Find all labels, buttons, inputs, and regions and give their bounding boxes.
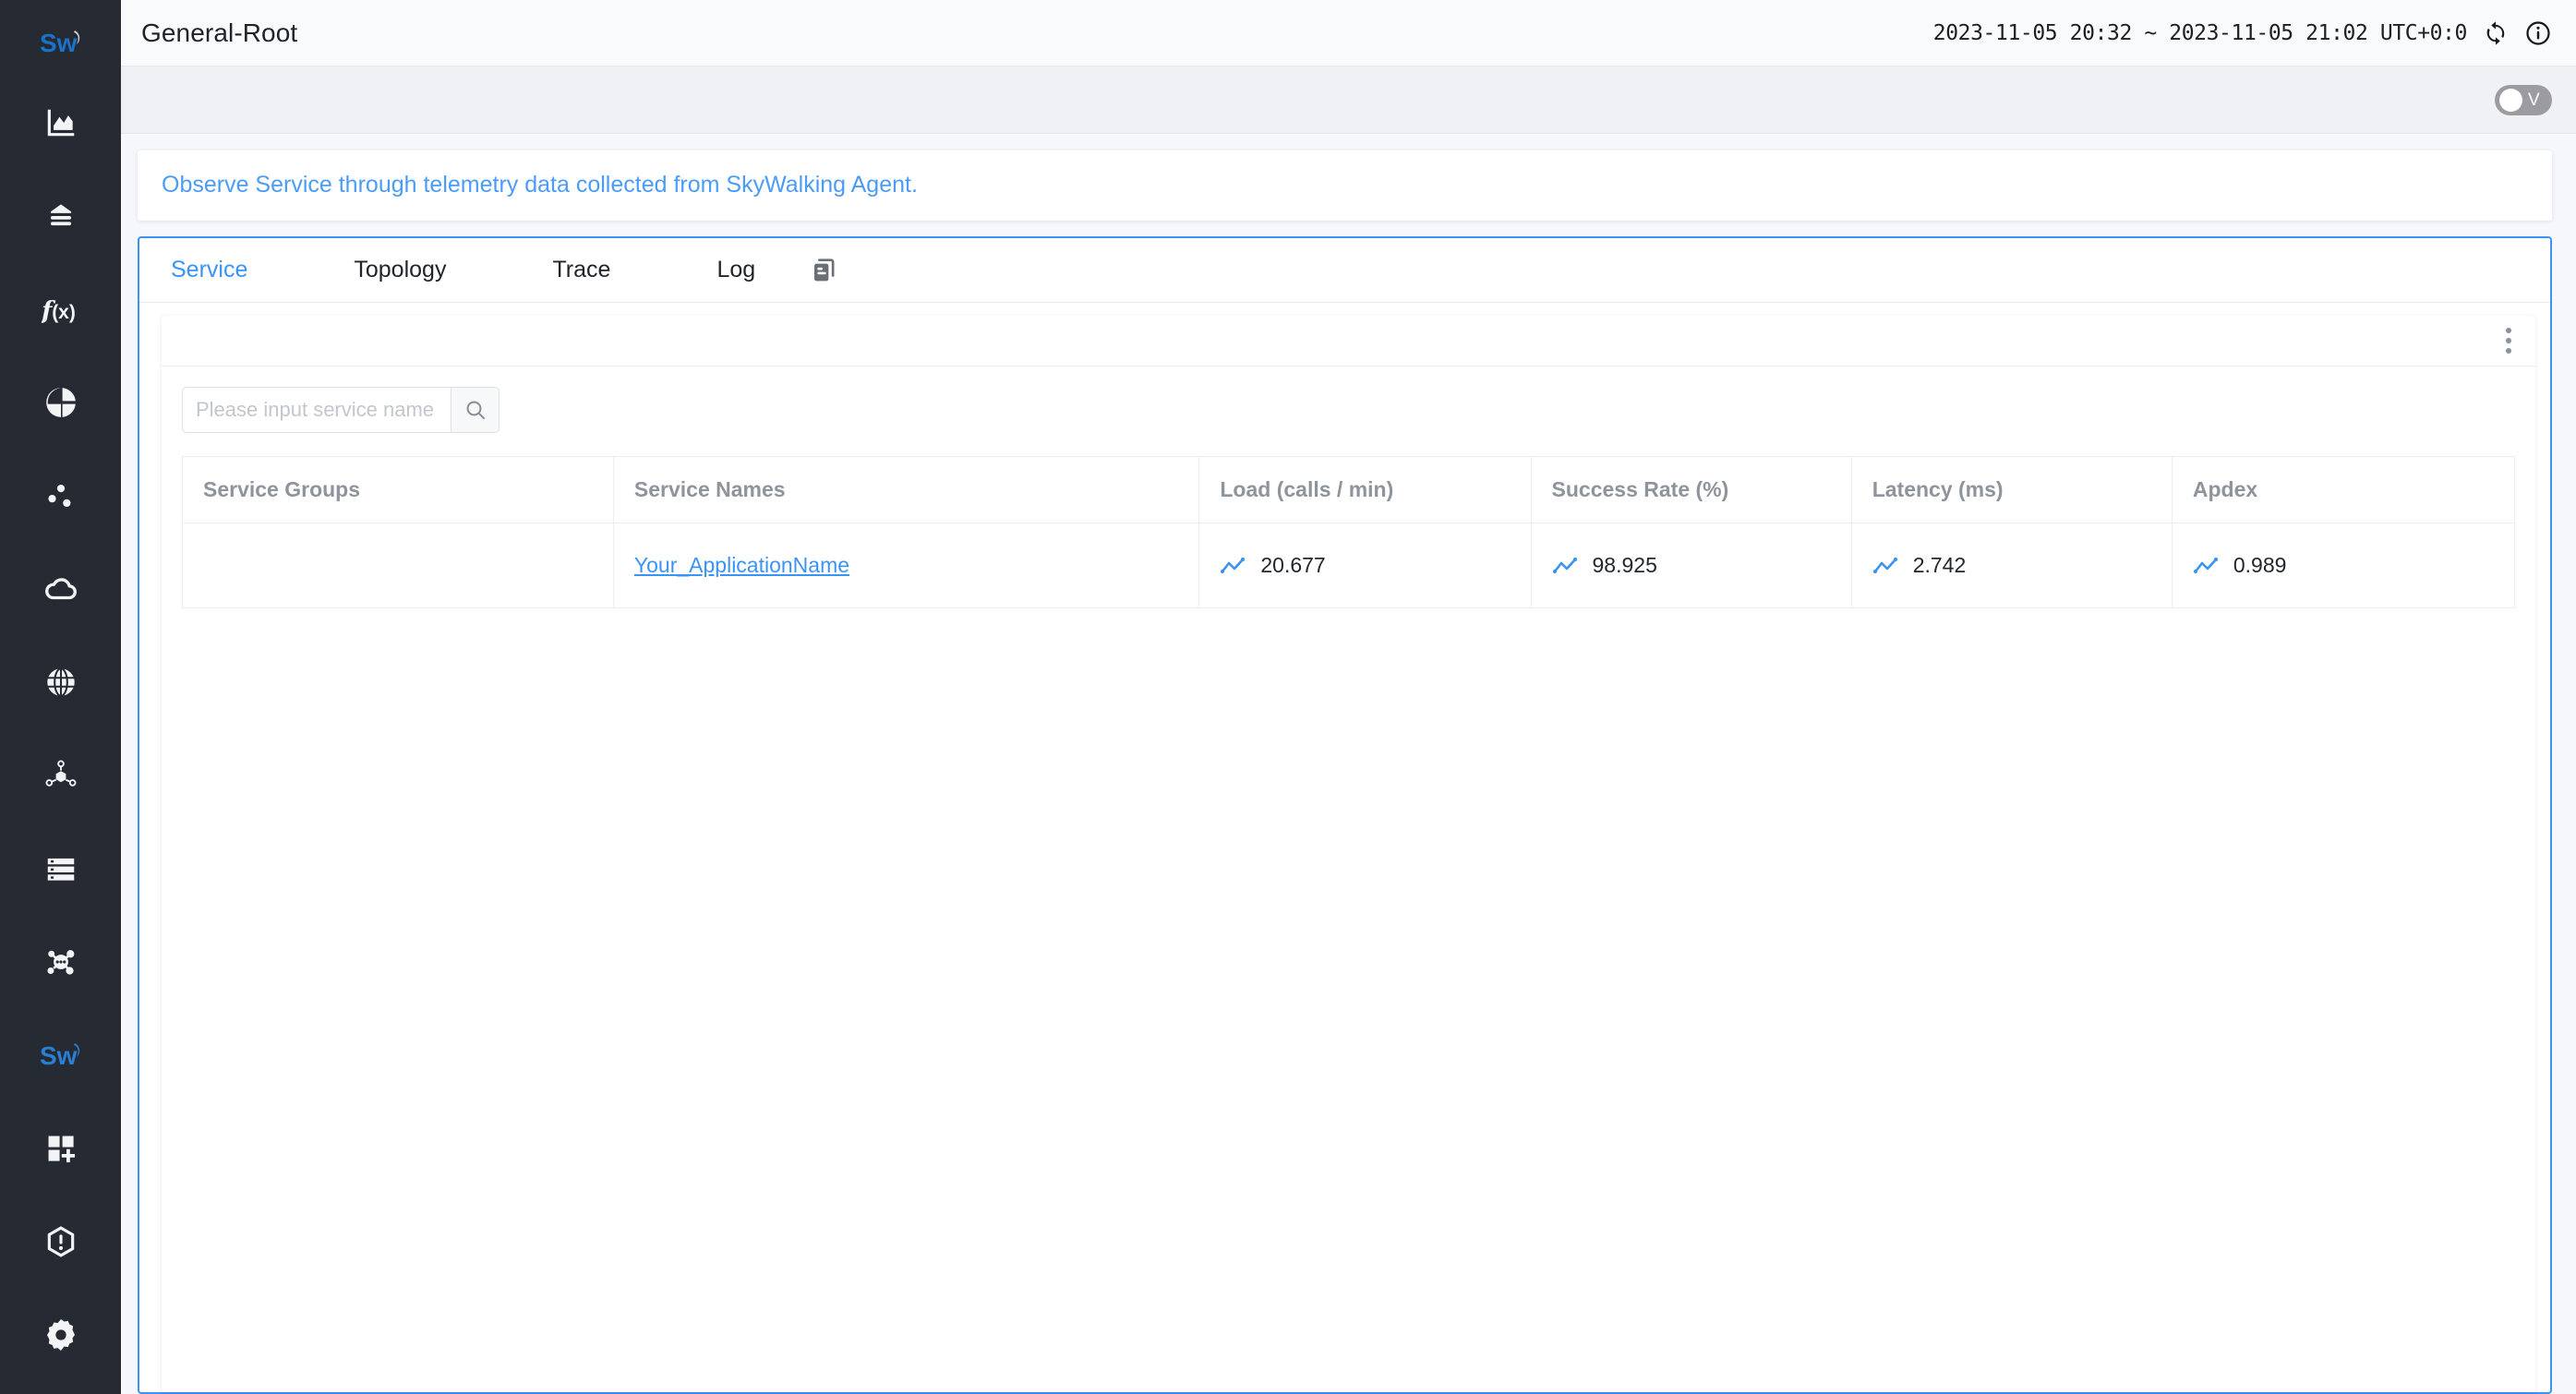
cell-load: 20.677 — [1199, 523, 1531, 608]
column-header-service-names[interactable]: Service Names — [613, 457, 1198, 523]
alarm-icon — [43, 1224, 78, 1259]
info-banner: Observe Service through telemetry data c… — [138, 150, 2552, 221]
view-toggle-switch[interactable]: V — [2495, 85, 2552, 115]
column-header-success-rate[interactable]: Success Rate (%) — [1531, 457, 1851, 523]
column-header-load[interactable]: Load (calls / min) — [1199, 457, 1531, 523]
content-region: Observe Service through telemetry data c… — [121, 134, 2576, 1394]
metric-value-apdex: 0.989 — [2233, 553, 2287, 578]
column-header-latency[interactable]: Latency (ms) — [1851, 457, 2172, 523]
sidebar-item-layers[interactable] — [0, 169, 121, 262]
sidebar-item-function[interactable]: f (x) — [0, 262, 121, 355]
sidebar-item-network[interactable] — [0, 635, 121, 728]
tab-topology[interactable]: Topology — [344, 257, 455, 283]
svg-text:(x): (x) — [52, 301, 76, 322]
metric-value-latency: 2.742 — [1913, 553, 1967, 578]
toggle-row: V — [121, 66, 2576, 134]
sidebar-item-skywalking[interactable]: Sw — [0, 1008, 121, 1101]
sidebar: Sw f (x) — [0, 0, 121, 1394]
card-header — [162, 316, 2535, 367]
more-vertical-icon[interactable] — [2502, 324, 2515, 357]
svg-text:Sw: Sw — [40, 1041, 78, 1070]
metric-value-success-rate: 98.925 — [1593, 553, 1657, 578]
add-widget-icon — [43, 1131, 78, 1166]
tab-bar: Service Topology Trace Log — [139, 238, 2550, 303]
search-bar — [182, 387, 2515, 433]
sidebar-item-dashboard[interactable] — [0, 76, 121, 169]
sidebar-logo[interactable]: Sw — [0, 9, 121, 76]
sidebar-item-chart[interactable] — [0, 355, 121, 449]
banner-text: Observe Service through telemetry data c… — [162, 172, 2530, 198]
trend-line-icon[interactable] — [1872, 557, 1898, 575]
sidebar-item-alarm[interactable] — [0, 1195, 121, 1288]
skywalking-logo-icon: Sw — [40, 27, 82, 58]
metric-value-load: 20.677 — [1260, 553, 1325, 578]
service-panel: Service Topology Trace Log — [138, 236, 2552, 1394]
scatter-dots-icon — [43, 478, 78, 513]
trend-line-icon[interactable] — [2193, 557, 2219, 575]
trend-line-icon[interactable] — [1552, 557, 1578, 575]
search-icon — [463, 398, 488, 422]
service-table: Service Groups Service Names Load (calls… — [182, 456, 2515, 608]
service-list-card: Service Groups Service Names Load (calls… — [162, 316, 2535, 1392]
table-header-row: Service Groups Service Names Load (calls… — [183, 457, 2515, 523]
cell-service-name: Your_ApplicationName — [613, 523, 1198, 608]
sidebar-item-topology[interactable] — [0, 915, 121, 1008]
dashboard-icon — [43, 105, 78, 140]
toggle-label: V — [2528, 91, 2540, 109]
pie-chart-icon — [43, 385, 78, 420]
trend-line-icon[interactable] — [1220, 557, 1246, 575]
svg-text:Sw: Sw — [40, 29, 78, 57]
tab-service[interactable]: Service — [162, 257, 257, 283]
settings-icon — [42, 1316, 79, 1353]
tab-log[interactable]: Log — [707, 257, 764, 283]
server-rack-icon — [43, 851, 78, 886]
cloud-icon — [42, 571, 79, 607]
skywalking-icon: Sw — [40, 1039, 82, 1071]
mesh-cube-icon — [42, 758, 79, 793]
refresh-icon[interactable] — [2482, 19, 2510, 47]
search-button[interactable] — [451, 387, 500, 433]
cell-service-group — [183, 523, 614, 608]
app-root: Sw f (x) — [0, 0, 2576, 1394]
cell-success-rate: 98.925 — [1531, 523, 1851, 608]
sidebar-item-infrastructure[interactable] — [0, 822, 121, 915]
sidebar-item-nodes[interactable] — [0, 449, 121, 542]
cell-apdex: 0.989 — [2172, 523, 2514, 608]
card-body: Service Groups Service Names Load (calls… — [162, 367, 2535, 1392]
cell-latency: 2.742 — [1851, 523, 2172, 608]
function-icon: f (x) — [42, 292, 80, 327]
top-header-bar: General-Root 2023-11-05 20:32 ~ 2023-11-… — [121, 0, 2576, 66]
column-header-apdex[interactable]: Apdex — [2172, 457, 2514, 523]
sidebar-item-settings[interactable] — [0, 1288, 121, 1381]
node-graph-icon — [42, 944, 79, 979]
toggle-knob — [2499, 89, 2522, 112]
tab-trace[interactable]: Trace — [543, 257, 620, 283]
search-input[interactable] — [182, 387, 451, 433]
sidebar-item-cloud[interactable] — [0, 542, 121, 635]
copy-documents-icon[interactable] — [809, 256, 838, 285]
layers-icon — [43, 198, 78, 234]
sidebar-item-add[interactable] — [0, 1101, 121, 1195]
globe-icon — [43, 665, 78, 700]
table-row[interactable]: Your_ApplicationName — [183, 523, 2515, 608]
service-name-link[interactable]: Your_ApplicationName — [634, 553, 849, 577]
header-controls: 2023-11-05 20:32 ~ 2023-11-05 21:02 UTC+… — [1933, 19, 2552, 47]
column-header-service-groups[interactable]: Service Groups — [183, 457, 614, 523]
info-icon[interactable] — [2524, 19, 2552, 47]
main-area: General-Root 2023-11-05 20:32 ~ 2023-11-… — [121, 0, 2576, 1394]
card-area: Service Groups Service Names Load (calls… — [139, 303, 2550, 1392]
sidebar-item-mesh[interactable] — [0, 728, 121, 822]
time-range-picker[interactable]: 2023-11-05 20:32 ~ 2023-11-05 21:02 UTC+… — [1933, 21, 2467, 45]
page-title: General-Root — [141, 18, 297, 48]
